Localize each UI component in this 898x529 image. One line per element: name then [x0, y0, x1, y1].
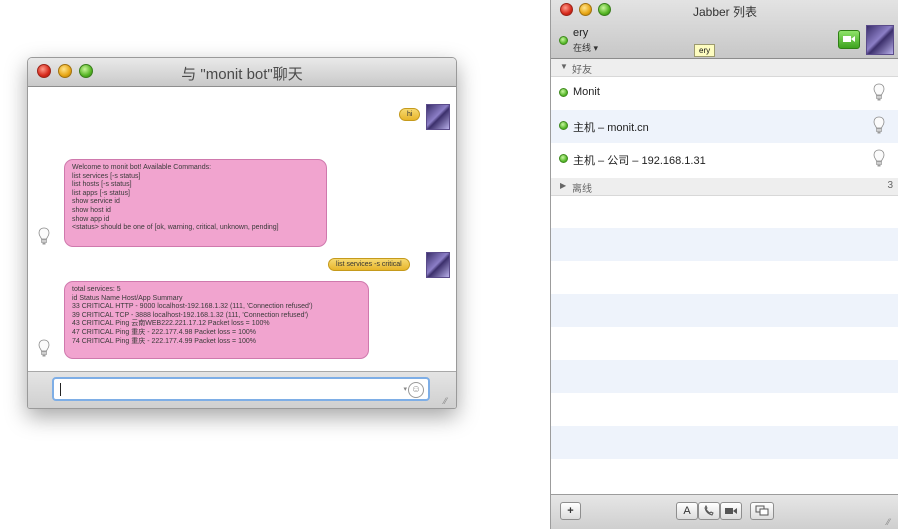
avatar — [426, 252, 450, 278]
avatar — [426, 104, 450, 130]
incoming-message-bubble: total services: 5 id Status Name Host/Ap… — [64, 281, 369, 359]
bulb-icon — [873, 83, 885, 101]
group-name: 好友 — [572, 65, 592, 76]
outgoing-message-bubble: hi — [399, 108, 421, 121]
message-line: Welcome to monit bot! Available Commands… — [72, 164, 212, 171]
window-title: Jabber 列表 — [692, 5, 758, 19]
buddy-list-window: Jabber 列表 ery 在线 ▾ ery ▼ 好友 Monit 主机 – m… — [550, 0, 898, 529]
message-line: total services: 5 — [72, 286, 121, 293]
camera-icon[interactable] — [720, 502, 742, 520]
group-name: 离线 — [572, 184, 592, 195]
message-line: <status> should be one of [ok, warning, … — [72, 224, 279, 232]
chat-titlebar[interactable]: 与 "monit bot"聊天 — [28, 58, 456, 87]
status-menu[interactable]: 在线 ▾ — [573, 41, 598, 54]
group-header-offline[interactable]: ▶ 离线 3 — [551, 178, 898, 196]
message-line: 43 CRITICAL Ping 云南WEB222.221.17.12 Pack… — [72, 320, 270, 328]
chevron-down-icon[interactable]: ▾ — [403, 385, 407, 393]
bulb-icon — [873, 116, 885, 134]
bulb-icon — [38, 339, 50, 357]
message-line: 47 CRITICAL Ping 重庆 - 222.177.4.98 Packe… — [72, 328, 256, 336]
chat-window: 与 "monit bot"聊天 hi Welcome to monit bot!… — [27, 57, 457, 409]
buddy-list-toolbar: + A ⁄⁄ — [551, 494, 898, 529]
chevron-down-icon: ▼ — [560, 62, 568, 71]
message-text: hi — [407, 111, 413, 118]
list-stripe — [551, 228, 898, 261]
status-dot-icon — [559, 154, 568, 163]
resize-grip-icon[interactable]: ⁄⁄ — [887, 517, 897, 527]
resize-grip-icon[interactable]: ⁄⁄ — [444, 396, 454, 406]
add-icon[interactable]: + — [560, 502, 581, 520]
avatar[interactable] — [866, 25, 894, 55]
message-line: show app id — [72, 215, 110, 223]
message-text: list services -s critical — [336, 261, 402, 268]
status-dot-icon — [559, 36, 568, 45]
buddy-name: 主机 – 公司 – 192.168.1.31 — [573, 155, 706, 167]
message-line: show host id — [72, 206, 111, 214]
message-line: 33 CRITICAL HTTP - 9000 localhost-192.16… — [72, 303, 313, 311]
tooltip: ery — [694, 44, 716, 57]
message-line: show service id — [72, 198, 120, 206]
outgoing-message-bubble: list services -s critical — [328, 258, 410, 271]
message-line: id Status Name Host/App Summary — [72, 294, 183, 302]
account-name: ery — [573, 27, 589, 39]
chat-transcript[interactable]: hi Welcome to monit bot! Available Comma… — [28, 87, 456, 371]
bulb-icon — [38, 227, 50, 245]
message-line: list services [-s status] — [72, 172, 141, 180]
screen-share-icon[interactable] — [750, 502, 774, 520]
buddy-name: Monit — [573, 86, 600, 98]
buddy-row[interactable]: 主机 – monit.cn — [551, 110, 898, 143]
emoji-icon[interactable]: ☺ — [408, 382, 424, 398]
incoming-message-bubble: Welcome to monit bot! Available Commands… — [64, 159, 327, 247]
buddy-list-header[interactable]: Jabber 列表 ery 在线 ▾ ery — [551, 0, 898, 59]
message-input[interactable]: ▾ ☺ — [52, 377, 430, 401]
group-count: 3 — [887, 180, 893, 191]
list-stripe — [551, 360, 898, 393]
list-stripe — [551, 426, 898, 459]
chevron-right-icon: ▶ — [560, 181, 567, 190]
buddy-name: 主机 – monit.cn — [573, 122, 649, 134]
status-dot-icon — [559, 88, 568, 97]
buddy-row[interactable]: Monit — [551, 77, 898, 110]
status-dot-icon — [559, 121, 568, 130]
message-input-area: ▾ ☺ ⁄⁄ — [28, 371, 456, 408]
bulb-icon — [873, 149, 885, 167]
phone-icon[interactable] — [698, 502, 720, 520]
chat-title: 与 "monit bot"聊天 — [181, 66, 303, 83]
list-stripe — [551, 294, 898, 327]
video-call-icon[interactable] — [838, 30, 860, 49]
text-caret — [60, 383, 61, 396]
message-line: list hosts [-s status] — [72, 181, 132, 189]
group-header-friends[interactable]: ▼ 好友 — [551, 59, 898, 77]
message-line: 74 CRITICAL Ping 重庆 - 222.177.4.99 Packe… — [72, 337, 256, 345]
buddy-row[interactable]: 主机 – 公司 – 192.168.1.31 — [551, 143, 898, 176]
message-line: list apps [-s status] — [72, 189, 130, 197]
font-icon[interactable]: A — [676, 502, 698, 520]
